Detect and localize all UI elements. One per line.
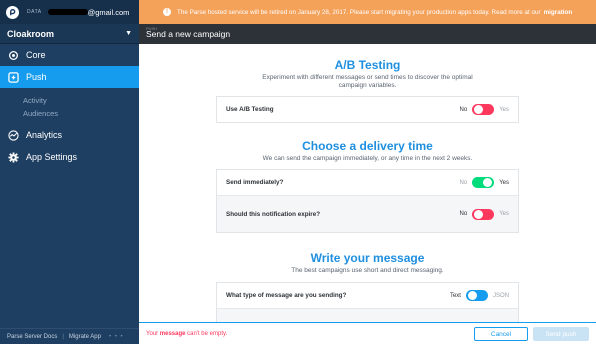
delivery-description: We can send the campaign immediately, or… bbox=[262, 155, 473, 162]
expire-toggle[interactable] bbox=[472, 208, 495, 220]
toggle-on-label: Yes bbox=[499, 179, 509, 186]
app-selector[interactable]: Cloakroom ▼ bbox=[0, 24, 139, 44]
expire-toggle-group: No Yes bbox=[459, 208, 509, 220]
ab-testing-toggle[interactable] bbox=[472, 104, 495, 115]
settings-gear-icon bbox=[7, 151, 19, 163]
form-footer: Your message can't be empty. Cancel Send… bbox=[139, 322, 596, 344]
ab-testing-label: Use A/B Testing bbox=[226, 106, 274, 113]
warning-icon: ! bbox=[163, 8, 171, 16]
ab-testing-row: Use A/B Testing No Yes bbox=[217, 97, 518, 122]
message-description: The best campaigns use short and direct … bbox=[291, 267, 444, 274]
push-submenu: Activity Audiences bbox=[0, 88, 139, 124]
push-icon bbox=[7, 71, 19, 83]
toggle-on-label: Yes bbox=[499, 211, 509, 217]
migration-link[interactable]: migration bbox=[544, 9, 573, 16]
ab-testing-description-line2: campaign variables. bbox=[338, 82, 397, 89]
sidebar: DATA @gmail.com Cloakroom ▼ Core Push Ac… bbox=[0, 0, 139, 344]
delivery-card: Send immediately? No Yes Should this not… bbox=[216, 169, 519, 233]
migration-banner: ! The Parse hosted service will be retir… bbox=[139, 0, 596, 24]
sidebar-subitem-audiences[interactable]: Audiences bbox=[23, 107, 139, 120]
gear-icon bbox=[7, 49, 19, 61]
ab-testing-card: Use A/B Testing No Yes bbox=[216, 96, 519, 123]
toggle-knob bbox=[467, 291, 477, 300]
toggle-knob bbox=[474, 209, 484, 219]
sidebar-account-bar: DATA @gmail.com bbox=[0, 0, 139, 24]
toggle-off-label: No bbox=[459, 106, 468, 113]
toggle-on-label: Yes bbox=[499, 106, 509, 113]
message-type-toggle[interactable] bbox=[465, 290, 488, 301]
page-header: PUSH Send a new campaign bbox=[139, 24, 596, 44]
text-option-label: Text bbox=[449, 292, 461, 299]
more-dots-icon[interactable]: • • • bbox=[109, 334, 124, 340]
sidebar-item-push[interactable]: Push bbox=[0, 66, 139, 88]
error-suffix: can't be empty. bbox=[187, 330, 228, 337]
account-email[interactable]: @gmail.com bbox=[47, 7, 130, 17]
message-type-row: What type of message are you sending? Te… bbox=[217, 283, 518, 308]
sidebar-item-label: Core bbox=[26, 50, 46, 60]
error-prefix: Your bbox=[146, 330, 159, 337]
toggle-off-label: No bbox=[459, 179, 468, 186]
redacted-email-name bbox=[47, 9, 88, 15]
data-label: DATA bbox=[27, 9, 42, 15]
sidebar-item-label: Analytics bbox=[26, 130, 63, 140]
send-immediately-row: Send immediately? No Yes bbox=[217, 170, 518, 195]
migrate-app-link[interactable]: Migrate App bbox=[69, 334, 101, 340]
error-field-name: message bbox=[159, 330, 186, 337]
json-option-label: JSON bbox=[492, 292, 509, 299]
main-content: A/B Testing Experiment with different me… bbox=[139, 44, 596, 322]
caret-down-icon: ▼ bbox=[125, 30, 132, 37]
sidebar-item-analytics[interactable]: Analytics bbox=[0, 124, 139, 146]
sidebar-item-app-settings[interactable]: App Settings bbox=[0, 146, 139, 168]
expire-label: Should this notification expire? bbox=[226, 210, 321, 218]
send-push-button[interactable]: Send push bbox=[533, 327, 589, 341]
sidebar-footer: Parse Server Docs | Migrate App • • • bbox=[0, 328, 139, 344]
toggle-off-label: No bbox=[459, 211, 468, 217]
message-input-area[interactable] bbox=[217, 308, 518, 322]
banner-text: The Parse hosted service will be retired… bbox=[177, 8, 541, 16]
message-card: What type of message are you sending? Te… bbox=[216, 282, 519, 322]
send-immediately-toggle[interactable] bbox=[472, 177, 495, 188]
parse-server-docs-link[interactable]: Parse Server Docs bbox=[7, 334, 57, 340]
delivery-title: Choose a delivery time bbox=[302, 139, 433, 153]
ab-testing-toggle-group: No Yes bbox=[460, 104, 509, 115]
message-type-toggle-group: Text JSON bbox=[450, 290, 509, 301]
expire-row: Should this notification expire? No Yes bbox=[217, 195, 518, 232]
message-title: Write your message bbox=[310, 251, 425, 265]
toggle-knob bbox=[474, 105, 484, 114]
analytics-icon bbox=[7, 129, 19, 141]
sidebar-item-label: App Settings bbox=[26, 152, 78, 162]
parse-logo-icon[interactable] bbox=[6, 5, 19, 19]
toggle-knob bbox=[483, 178, 493, 187]
email-suffix: @gmail.com bbox=[87, 7, 130, 17]
footer-separator: | bbox=[62, 333, 64, 340]
send-immediately-toggle-group: No Yes bbox=[460, 177, 509, 188]
sidebar-item-core[interactable]: Core bbox=[0, 44, 139, 66]
app-name: Cloakroom bbox=[7, 28, 55, 39]
cancel-button[interactable]: Cancel bbox=[474, 327, 528, 341]
error-message: Your message can't be empty. bbox=[146, 331, 227, 337]
ab-testing-title: A/B Testing bbox=[334, 58, 401, 72]
sidebar-subitem-activity[interactable]: Activity bbox=[23, 94, 139, 107]
send-immediately-label: Send immediately? bbox=[226, 179, 284, 186]
section-label: PUSH bbox=[146, 26, 158, 31]
page-title: Send a new campaign bbox=[146, 29, 231, 39]
sidebar-item-label: Push bbox=[26, 72, 47, 82]
message-type-label: What type of message are you sending? bbox=[226, 292, 347, 299]
